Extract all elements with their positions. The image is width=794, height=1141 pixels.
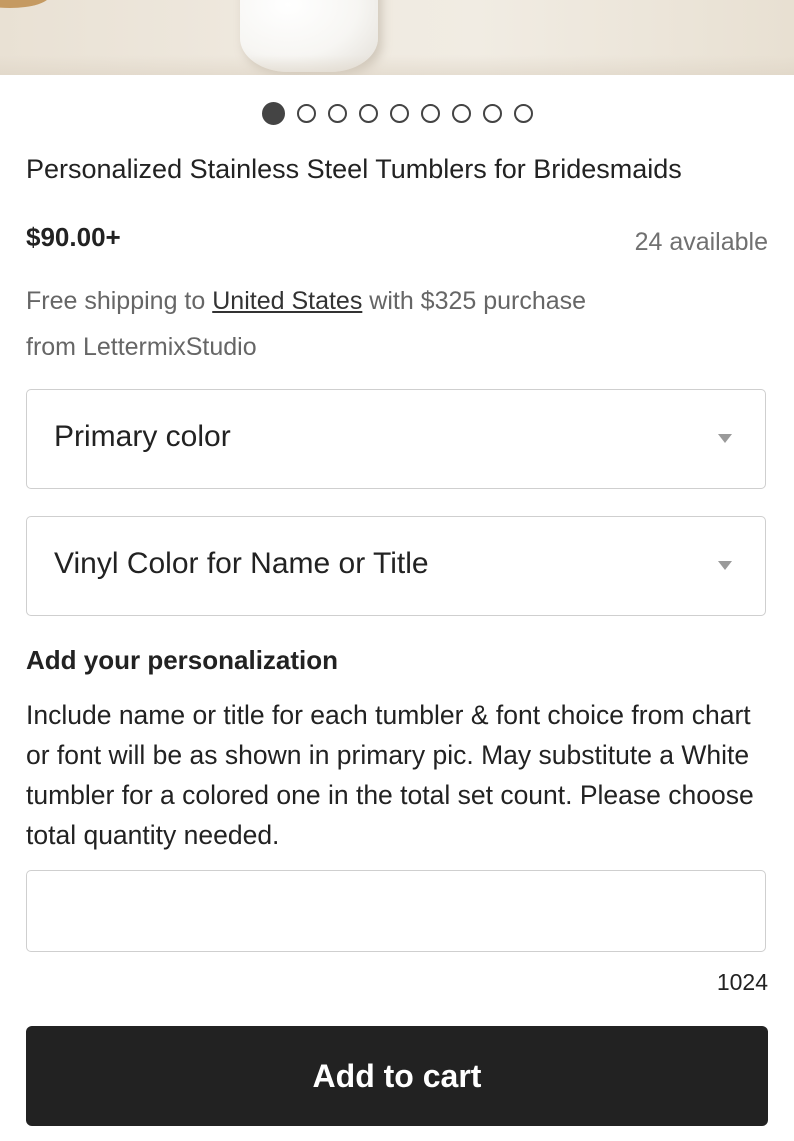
primary-color-select[interactable]: Primary color — [26, 389, 766, 489]
gallery-dot-9[interactable] — [513, 103, 533, 123]
product-title: Personalized Stainless Steel Tumblers fo… — [26, 154, 682, 184]
gallery-dot-7[interactable] — [451, 103, 471, 123]
vinyl-color-select[interactable]: Vinyl Color for Name or Title — [26, 516, 766, 616]
shipping-country-link[interactable]: United States — [212, 287, 362, 315]
gallery-dot-1[interactable] — [261, 101, 285, 125]
gallery-dot-3[interactable] — [327, 103, 347, 123]
shipping-suffix: with $325 purchase — [369, 287, 587, 315]
gallery-dot-6[interactable] — [420, 103, 440, 123]
gallery-dot-5[interactable] — [389, 103, 409, 123]
add-to-cart-button[interactable]: Add to cart — [26, 1026, 768, 1126]
product-image[interactable] — [0, 0, 794, 75]
primary-color-label: Primary color — [54, 420, 231, 453]
product-price: $90.00+ — [26, 222, 121, 252]
character-counter: 1024 — [716, 969, 768, 995]
personalization-instructions: Include name or title for each tumbler &… — [26, 700, 754, 850]
stock-availability: 24 available — [634, 228, 768, 256]
vinyl-color-label: Vinyl Color for Name or Title — [54, 547, 429, 580]
shipping-from: from LettermixStudio — [26, 333, 257, 361]
chevron-down-icon — [718, 561, 732, 570]
gallery-dot-4[interactable] — [358, 103, 378, 123]
personalization-input[interactable] — [26, 870, 766, 952]
chevron-down-icon — [718, 434, 732, 443]
gallery-dot-8[interactable] — [482, 103, 502, 123]
wood-decoration — [0, 0, 50, 8]
shipping-prefix: Free shipping to — [26, 287, 206, 315]
gallery-pagination — [0, 99, 794, 127]
shipping-info: Free shipping to United States with $325… — [26, 278, 766, 370]
gallery-dot-2[interactable] — [296, 103, 316, 123]
personalization-heading: Add your personalization — [26, 645, 339, 675]
image-shadow — [0, 55, 794, 75]
